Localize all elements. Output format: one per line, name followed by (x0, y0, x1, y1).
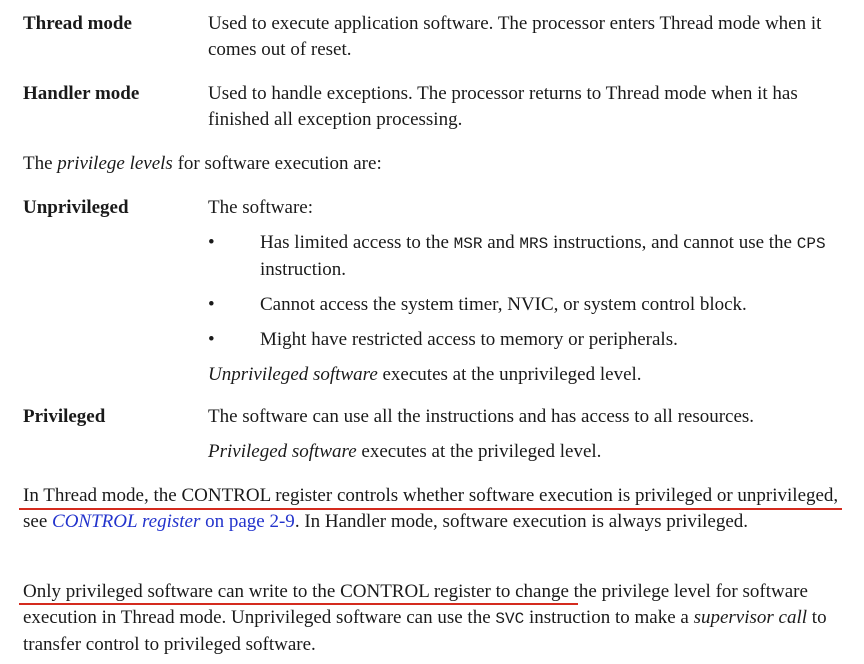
definition-thread-mode: Thread mode Used to execute application … (23, 11, 853, 63)
intro-text-italic: privilege levels (57, 153, 173, 174)
unprivileged-closing-italic: Unprivileged software (208, 364, 378, 385)
bullet1-text-d: instruction. (260, 259, 347, 280)
privileged-closing-rest: executes at the privileged level. (356, 441, 602, 462)
intro-text-before: The (23, 153, 58, 174)
document-page: Thread mode Used to execute application … (0, 0, 864, 664)
control-para-text-b: . In Handler mode, software execution is… (294, 511, 749, 532)
red-underline-annotation (19, 603, 578, 605)
term-privileged: Privileged (23, 406, 106, 427)
unprivileged-closing-rest: executes at the unprivileged level. (377, 364, 642, 385)
definition-unprivileged: Unprivileged The software: • Has limited … (23, 195, 853, 395)
bullet-dot: • (208, 294, 215, 315)
intro-text-after: for software execution are: (172, 153, 382, 174)
desc-handler-mode-text: Used to handle exceptions. The processor… (208, 83, 798, 130)
supervisor-call-italic: supervisor call (693, 607, 808, 628)
unprivileged-closing: Unprivileged software executes at the un… (208, 362, 853, 388)
control-register-link[interactable]: CONTROL register (52, 511, 200, 532)
bullet1-text-c: instructions, and cannot use the (548, 232, 797, 253)
definition-handler-mode: Handler mode Used to handle exceptions. … (23, 81, 853, 133)
desc-privileged: The software can use all the instruction… (208, 404, 853, 465)
bullet1-text-b: and (482, 232, 520, 253)
write-control-paragraph: Only privileged software can write to th… (23, 579, 853, 658)
privileged-closing-italic: Privileged software (208, 441, 357, 462)
unprivileged-lead: The software: (208, 197, 313, 218)
privilege-levels-intro: The privilege levels for software execut… (23, 151, 853, 177)
red-underline-annotation (19, 508, 842, 510)
bullet-dot: • (208, 232, 215, 253)
term-unprivileged: Unprivileged (23, 197, 129, 218)
code-cps: CPS (796, 235, 826, 253)
term-handler-mode: Handler mode (23, 83, 140, 104)
code-msr: MSR (453, 235, 483, 253)
desc-thread-mode: Used to execute application software. Th… (208, 11, 853, 63)
bullet2-text: Cannot access the system timer, NVIC, or… (260, 294, 747, 315)
desc-handler-mode: Used to handle exceptions. The processor… (208, 81, 853, 133)
bullet1-text-a: Has limited access to the (260, 232, 454, 253)
write-para-text-b: instruction to make a (524, 607, 694, 628)
desc-unprivileged: The software: • Has limited access to the… (208, 195, 853, 388)
definition-privileged: Privileged The software can use all the … (23, 404, 853, 466)
privileged-desc: The software can use all the instruction… (208, 406, 755, 427)
bullet3-text: Might have restricted access to memory o… (260, 329, 678, 350)
code-mrs: MRS (519, 235, 549, 253)
privileged-closing: Privileged software executes at the priv… (208, 439, 853, 465)
bullet-restricted-access: • Might have restricted access to memory … (208, 327, 853, 353)
desc-thread-mode-text: Used to execute application software. Th… (208, 13, 822, 60)
bullet-limited-access: • Has limited access to the MSR and MRS i… (208, 230, 853, 283)
bullet-cannot-access: • Cannot access the system timer, NVIC, o… (208, 292, 853, 318)
control-register-page-ref[interactable]: on page 2-9 (200, 511, 295, 532)
term-thread-mode: Thread mode (23, 13, 132, 34)
code-svc: SVC (495, 610, 525, 628)
bullet-dot: • (208, 329, 215, 350)
